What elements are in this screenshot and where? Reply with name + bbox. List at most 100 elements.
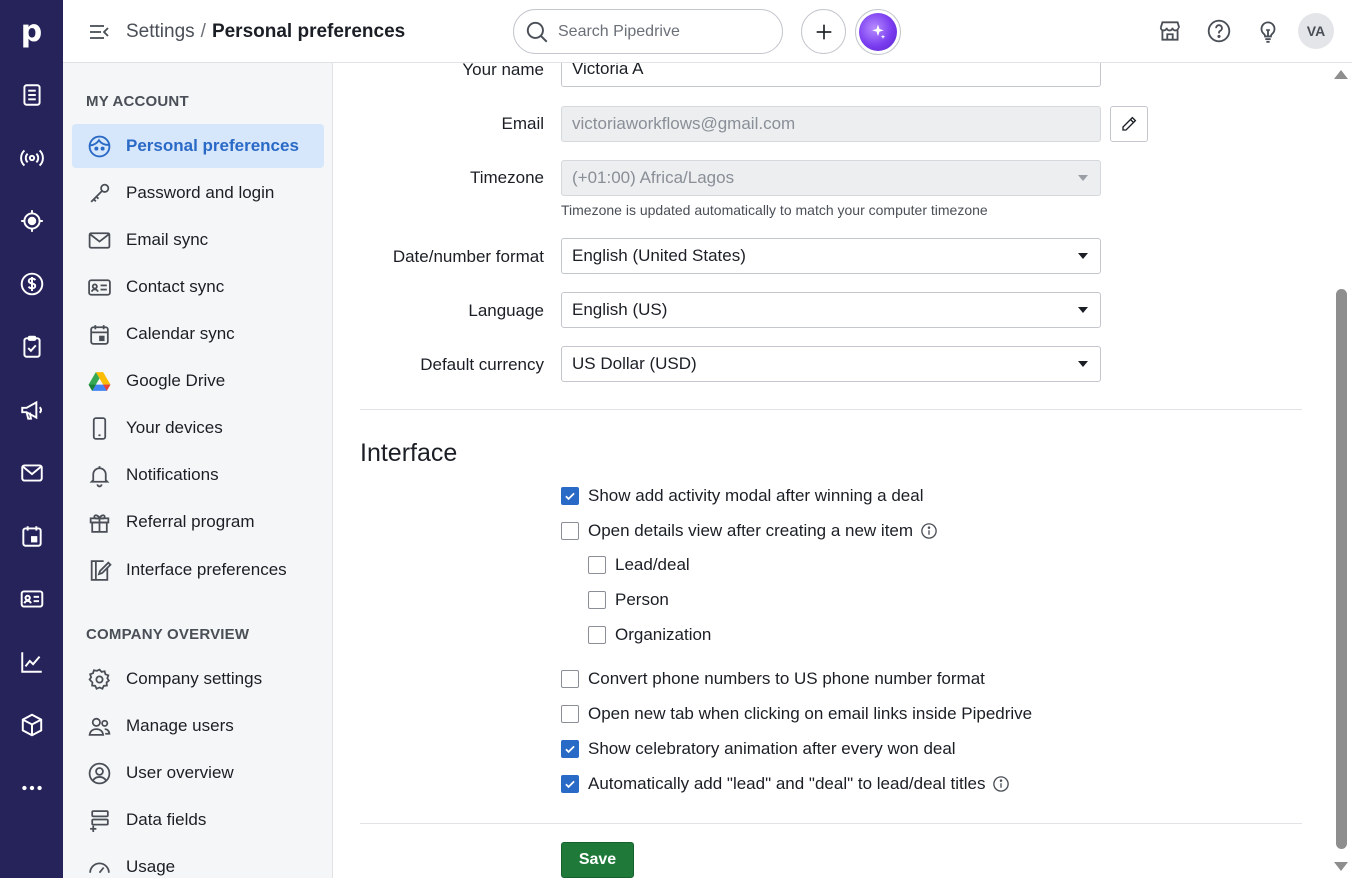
email-label: Email: [501, 114, 544, 133]
option-open-details-view[interactable]: Open details view after creating a new i…: [561, 521, 938, 541]
checkbox-checked[interactable]: [561, 740, 579, 758]
data-fields-icon: [86, 807, 112, 833]
option-label: Convert phone numbers to US phone number…: [588, 669, 985, 688]
plus-icon: [816, 24, 831, 39]
quick-add-button[interactable]: [801, 9, 846, 54]
target-icon[interactable]: [15, 204, 48, 237]
currency-select[interactable]: US Dollar (USD): [561, 346, 1101, 382]
marketplace-icon[interactable]: [1157, 18, 1183, 44]
gauge-icon: [86, 854, 112, 878]
checkbox[interactable]: [588, 556, 606, 574]
checkbox[interactable]: [588, 626, 606, 644]
sidebar-item-notifications[interactable]: Notifications: [72, 453, 324, 497]
mail-icon[interactable]: [15, 456, 48, 489]
currency-label: Default currency: [420, 355, 544, 374]
sidebar-item-email-sync[interactable]: Email sync: [72, 218, 324, 262]
scroll-down-arrow[interactable]: [1334, 862, 1348, 871]
sidebar-item-label: Manage users: [126, 716, 234, 735]
sidebar-item-data-fields[interactable]: Data fields: [72, 798, 324, 842]
date-format-select[interactable]: English (United States): [561, 238, 1101, 274]
checkbox-checked[interactable]: [561, 487, 579, 505]
name-field[interactable]: Victoria A: [561, 63, 1101, 87]
more-icon[interactable]: [15, 771, 48, 804]
menu-toggle-icon[interactable]: [87, 20, 111, 44]
chevron-down-icon: [1078, 361, 1088, 367]
option-label: Open details view after creating a new i…: [588, 521, 914, 540]
chart-icon[interactable]: [15, 645, 48, 678]
section-title-my-account: MY ACCOUNT: [86, 93, 189, 110]
sidebar-item-manage-users[interactable]: Manage users: [72, 704, 324, 748]
scrollbar-thumb[interactable]: [1336, 289, 1347, 849]
checkbox[interactable]: [561, 705, 579, 723]
option-celebratory-animation[interactable]: Show celebratory animation after every w…: [561, 739, 956, 759]
sidebar-item-label: Referral program: [126, 512, 255, 531]
sidebar-item-google-drive[interactable]: Google Drive: [72, 359, 324, 403]
edit-email-button[interactable]: [1110, 106, 1148, 142]
info-icon[interactable]: [992, 775, 1010, 793]
sidebar-item-personal-preferences[interactable]: Personal preferences: [72, 124, 324, 168]
search-input[interactable]: [558, 22, 768, 41]
sidebar-item-company-settings[interactable]: Company settings: [72, 657, 324, 701]
option-convert-phone-numbers[interactable]: Convert phone numbers to US phone number…: [561, 669, 985, 689]
checkbox[interactable]: [561, 522, 579, 540]
section-title-company-overview: COMPANY OVERVIEW: [86, 626, 250, 643]
leads-icon[interactable]: [15, 78, 48, 111]
option-lead-deal[interactable]: Lead/deal: [588, 555, 690, 575]
language-select[interactable]: English (US): [561, 292, 1101, 328]
email-value: victoriaworkflows@gmail.com: [572, 114, 796, 133]
sidebar-item-interface-preferences[interactable]: Interface preferences: [72, 548, 324, 592]
breadcrumb-settings[interactable]: Settings: [126, 21, 195, 42]
checkbox[interactable]: [561, 670, 579, 688]
dollar-icon[interactable]: [15, 267, 48, 300]
search-box[interactable]: [513, 9, 783, 54]
key-icon: [86, 180, 112, 206]
option-add-activity-modal[interactable]: Show add activity modal after winning a …: [561, 486, 923, 506]
contact-card-icon[interactable]: [15, 582, 48, 615]
option-person[interactable]: Person: [588, 590, 669, 610]
google-drive-icon: [86, 368, 112, 394]
sidebar-item-user-overview[interactable]: User overview: [72, 751, 324, 795]
section-divider: [360, 409, 1302, 410]
sidebar-item-label: Password and login: [126, 183, 275, 202]
settings-sidebar: MY ACCOUNT Personal preferences Password…: [63, 63, 333, 878]
clipboard-check-icon[interactable]: [15, 330, 48, 363]
option-label: Automatically add "lead" and "deal" to l…: [588, 774, 986, 793]
scrollbar[interactable]: [1333, 63, 1352, 878]
save-button[interactable]: Save: [561, 842, 634, 878]
sidebar-item-contact-sync[interactable]: Contact sync: [72, 265, 324, 309]
ai-assistant-button[interactable]: [855, 9, 901, 55]
timezone-label: Timezone: [469, 168, 544, 187]
chevron-down-icon: [1078, 253, 1088, 259]
broadcast-icon[interactable]: [15, 141, 48, 174]
sidebar-item-usage[interactable]: Usage: [72, 845, 324, 878]
lightbulb-icon[interactable]: [1255, 18, 1281, 44]
info-icon[interactable]: [920, 522, 938, 540]
sidebar-item-referral-program[interactable]: Referral program: [72, 500, 324, 544]
option-label: Show celebratory animation after every w…: [588, 739, 956, 758]
option-organization[interactable]: Organization: [588, 625, 711, 645]
option-auto-add-lead-deal[interactable]: Automatically add "lead" and "deal" to l…: [561, 774, 1010, 794]
language-value: English (US): [572, 300, 668, 319]
help-icon[interactable]: [1206, 18, 1232, 44]
sidebar-item-label: Interface preferences: [126, 560, 287, 579]
option-label: Organization: [615, 625, 712, 644]
megaphone-icon[interactable]: [15, 393, 48, 426]
checkbox[interactable]: [588, 591, 606, 609]
option-label: Person: [615, 590, 669, 609]
sidebar-item-password-and-login[interactable]: Password and login: [72, 171, 324, 215]
scroll-up-arrow[interactable]: [1334, 70, 1348, 79]
sidebar-item-label: Company settings: [126, 669, 263, 688]
box-icon[interactable]: [15, 708, 48, 741]
calendar-icon[interactable]: [15, 519, 48, 552]
sidebar-item-calendar-sync[interactable]: Calendar sync: [72, 312, 324, 356]
search-icon: [526, 21, 548, 42]
option-open-new-tab-email[interactable]: Open new tab when clicking on email link…: [561, 704, 1032, 724]
sidebar-item-your-devices[interactable]: Your devices: [72, 406, 324, 450]
section-divider: [360, 823, 1302, 824]
checkbox-checked[interactable]: [561, 775, 579, 793]
contact-card-icon: [86, 274, 112, 300]
chevron-down-icon: [1078, 175, 1088, 181]
pipedrive-logo[interactable]: p: [0, 0, 63, 63]
user-circle-icon: [86, 760, 112, 786]
avatar[interactable]: VA: [1298, 13, 1334, 49]
